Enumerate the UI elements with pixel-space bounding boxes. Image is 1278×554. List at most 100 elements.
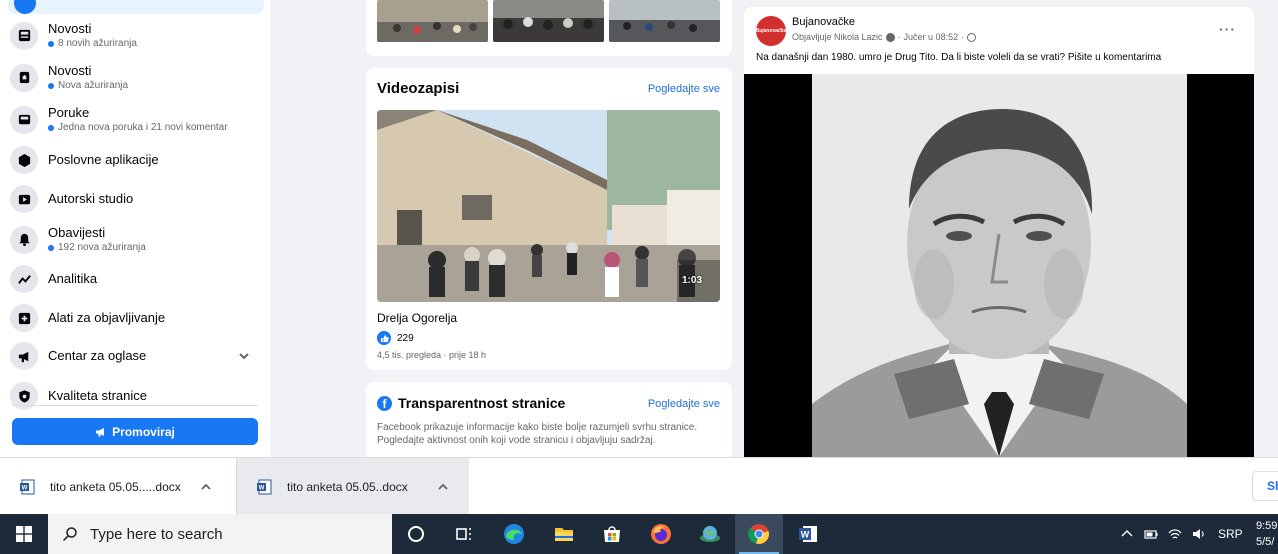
chevron-up-icon[interactable] xyxy=(437,481,449,493)
photos-card xyxy=(366,0,732,56)
chart-line-icon xyxy=(10,265,38,293)
taskbar-app-file-explorer[interactable] xyxy=(540,514,588,554)
wifi-icon[interactable] xyxy=(1168,527,1182,541)
photo-thumbnail[interactable] xyxy=(493,0,604,42)
microsoft-store-icon xyxy=(604,526,620,542)
taskbar-app-edge[interactable] xyxy=(490,514,538,554)
taskbar-app-firefox[interactable] xyxy=(637,514,685,554)
sidebar-item-active[interactable] xyxy=(8,0,264,14)
sidebar-item-label: Centar za oglase xyxy=(48,348,147,363)
svg-text:W: W xyxy=(22,485,28,491)
taskbar-search-box[interactable]: Type here to search xyxy=(48,514,392,554)
taskbar-app-chrome[interactable] xyxy=(735,514,783,554)
sidebar-item-novosti-feed[interactable]: Novosti 8 novih ažuriranja xyxy=(10,21,260,50)
search-placeholder: Type here to search xyxy=(90,525,223,543)
word-icon: W xyxy=(799,526,817,542)
system-clock[interactable]: 9:59 5/5/ xyxy=(1256,518,1278,550)
svg-text:W: W xyxy=(801,530,810,540)
news-feed-icon xyxy=(10,21,38,50)
video-meta: 4,5 tis. pregleda · prije 18 h xyxy=(377,350,487,360)
unread-dot xyxy=(48,124,54,131)
show-all-downloads-button[interactable]: Sh xyxy=(1252,471,1278,501)
sidebar-item-label: Poslovne aplikacije xyxy=(48,152,159,167)
sidebar-item-label: Alati za objavljivanje xyxy=(48,310,166,325)
sidebar-item-sublabel: Nova ažuriranja xyxy=(58,80,129,91)
battery-icon[interactable] xyxy=(1144,527,1158,541)
post-byline: Objavljuje Nikola Lazic xyxy=(792,32,883,42)
like-icon xyxy=(377,331,391,345)
download-item[interactable]: W tito anketa 05.05..docx xyxy=(237,458,469,515)
sidebar-item-label: Analitika xyxy=(48,271,98,286)
sidebar-item-poruke[interactable]: Poruke Jedna nova poruka i 21 novi komen… xyxy=(10,105,260,134)
post-timestamp[interactable]: Jučer u 08:52 xyxy=(904,32,959,42)
system-tray: SRP xyxy=(1120,514,1243,554)
info-icon[interactable] xyxy=(885,32,895,42)
chevron-down-icon[interactable] xyxy=(238,350,250,362)
post-more-options-button[interactable]: ··· xyxy=(1219,21,1236,37)
download-file-name: tito anketa 05.05..docx xyxy=(287,479,408,494)
taskbar-app-word[interactable]: W xyxy=(784,514,832,554)
task-view-button[interactable] xyxy=(440,514,488,554)
taskbar-app-store[interactable] xyxy=(588,514,636,554)
sidebar-item-label: Poruke xyxy=(48,105,90,120)
facebook-logo-icon: f xyxy=(377,395,392,411)
sidebar-item-label: Autorski studio xyxy=(48,191,134,206)
download-bar: W tito anketa 05.05.....docx W tito anke… xyxy=(0,457,1278,515)
video-duration: 1:03 xyxy=(681,275,702,286)
cortana-circle-icon xyxy=(408,526,424,542)
play-icon xyxy=(10,185,38,213)
svg-text:W: W xyxy=(259,485,265,491)
video-title[interactable]: Drelja Ogorelja xyxy=(377,311,457,325)
photo-thumbnail[interactable] xyxy=(377,0,488,42)
sidebar-item-centar-za-oglase[interactable]: Centar za oglase xyxy=(10,342,260,370)
chevron-up-icon[interactable] xyxy=(1120,527,1134,541)
input-language[interactable]: SRP xyxy=(1218,527,1243,541)
windows-taskbar: Type here to search W SRP 9:59 5/5/ xyxy=(0,514,1278,554)
post-text: Na današnji dan 1980. umro je Drug Tito.… xyxy=(756,52,1162,63)
cortana-button[interactable] xyxy=(392,514,440,554)
like-count: 229 xyxy=(397,332,414,344)
page-avatar[interactable]: Bujanovačke xyxy=(756,16,786,46)
sidebar-item-label: Kvaliteta stranice xyxy=(48,388,147,403)
transparency-see-all-link[interactable]: Pogledajte sve xyxy=(648,398,720,410)
sidebar-item-sublabel: 192 nova ažuriranja xyxy=(58,242,146,253)
unread-dot xyxy=(48,40,54,47)
transparency-title: Transparentnost stranice xyxy=(398,395,566,411)
sidebar-item-novosti[interactable]: Novosti Nova ažuriranja xyxy=(10,63,260,92)
start-button[interactable] xyxy=(0,514,48,554)
folder-icon xyxy=(555,528,573,541)
sidebar-item-autorski-studio[interactable]: Autorski studio xyxy=(10,185,260,213)
sidebar-divider xyxy=(12,405,258,406)
clock-date: 5/5/ xyxy=(1256,536,1275,548)
sidebar-item-poslovne-aplikacije[interactable]: Poslovne aplikacije xyxy=(10,146,260,174)
search-icon xyxy=(62,527,77,542)
feed-post: Bujanovačke Bujanovačke Objavljuje Nikol… xyxy=(744,7,1254,457)
sidebar-item-obavijesti[interactable]: Obavijesti 192 nova ažuriranja xyxy=(10,225,260,254)
post-photo[interactable] xyxy=(744,74,1254,457)
post-author[interactable]: Bujanovačke xyxy=(792,16,855,28)
sidebar-item-label: Obavijesti xyxy=(48,225,106,240)
speaker-icon[interactable] xyxy=(1192,527,1206,541)
megaphone-icon xyxy=(96,427,105,436)
videos-see-all-link[interactable]: Pogledajte sve xyxy=(648,83,720,95)
sidebar-item-analitika[interactable]: Analitika xyxy=(10,265,260,293)
unread-dot xyxy=(48,82,54,89)
transparency-description: Facebook prikazuje informacije kako bist… xyxy=(377,422,698,446)
clock-time: 9:59 xyxy=(1256,520,1278,532)
chevron-up-icon[interactable] xyxy=(200,481,212,493)
firefox-icon xyxy=(651,524,671,544)
sidebar-item-sublabel: Jedna nova poruka i 21 novi komentar xyxy=(58,122,228,133)
taskbar-app-globe[interactable] xyxy=(686,514,734,554)
publishing-tools-icon xyxy=(10,304,38,332)
sidebar-item-alati-za-objavljivanje[interactable]: Alati za objavljivanje xyxy=(10,304,260,332)
windows-logo-icon xyxy=(16,526,32,542)
download-file-name: tito anketa 05.05.....docx xyxy=(50,479,181,494)
video-thumbnail[interactable]: 1:03 xyxy=(377,110,720,302)
edge-browser-icon xyxy=(504,524,524,544)
bell-icon xyxy=(10,225,38,254)
promote-button[interactable]: Promoviraj xyxy=(12,418,258,445)
globe-icon xyxy=(967,32,977,42)
photo-thumbnail[interactable] xyxy=(609,0,720,42)
download-item[interactable]: W tito anketa 05.05.....docx xyxy=(0,458,236,515)
chrome-icon xyxy=(748,524,769,544)
